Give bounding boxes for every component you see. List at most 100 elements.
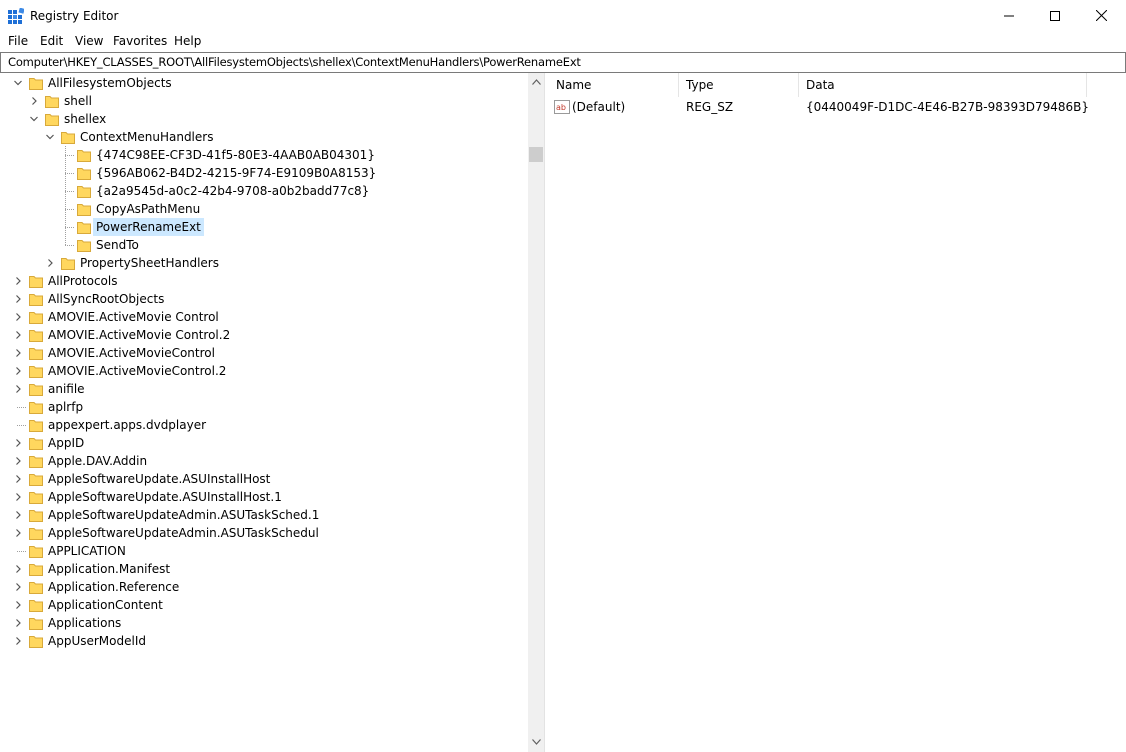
tree-item[interactable]: PowerRenameExt	[0, 218, 528, 236]
tree-item-label: aplrfp	[48, 400, 84, 414]
tree-item[interactable]: Applications	[0, 614, 528, 632]
folder-icon	[29, 474, 43, 486]
folder-icon	[29, 582, 43, 594]
string-value-icon: ab	[554, 100, 570, 114]
chevron-right-icon[interactable]	[13, 384, 23, 394]
tree-item-label: AppleSoftwareUpdate.ASUInstallHost.1	[48, 490, 282, 504]
maximize-button[interactable]	[1032, 0, 1078, 31]
tree-item-label: AllFilesystemObjects	[48, 76, 172, 90]
tree-item[interactable]: {474C98EE-CF3D-41f5-80E3-4AAB0AB04301}	[0, 146, 528, 164]
chevron-right-icon[interactable]	[13, 492, 23, 502]
tree-item[interactable]: APPLICATION	[0, 542, 528, 560]
tree-item[interactable]: Apple.DAV.Addin	[0, 452, 528, 470]
column-header-name[interactable]: Name	[549, 73, 679, 97]
chevron-right-icon[interactable]	[13, 636, 23, 646]
chevron-right-icon[interactable]	[13, 366, 23, 376]
scroll-up-button[interactable]	[528, 73, 544, 90]
chevron-down-icon	[531, 738, 541, 745]
tree-item-label: AllSyncRootObjects	[48, 292, 165, 306]
chevron-down-icon[interactable]	[13, 78, 23, 88]
close-button[interactable]	[1078, 0, 1124, 31]
chevron-right-icon[interactable]	[13, 276, 23, 286]
tree-item[interactable]: AMOVIE.ActiveMovie Control.2	[0, 326, 528, 344]
menu-view[interactable]: View	[75, 33, 103, 49]
chevron-right-icon[interactable]	[13, 618, 23, 628]
value-row[interactable]: ab (Default) REG_SZ {0440049F-D1DC-4E46-…	[549, 98, 1126, 116]
chevron-right-icon[interactable]	[29, 96, 39, 106]
folder-icon	[77, 204, 91, 216]
chevron-right-icon[interactable]	[13, 474, 23, 484]
minimize-button[interactable]	[986, 0, 1032, 31]
tree-item[interactable]: AppleSoftwareUpdate.ASUInstallHost.1	[0, 488, 528, 506]
tree-item[interactable]: AllSyncRootObjects	[0, 290, 528, 308]
chevron-right-icon[interactable]	[13, 510, 23, 520]
chevron-right-icon[interactable]	[13, 582, 23, 592]
tree-item-label: {474C98EE-CF3D-41f5-80E3-4AAB0AB04301}	[96, 148, 375, 162]
tree-item[interactable]: AMOVIE.ActiveMovieControl	[0, 344, 528, 362]
chevron-down-icon[interactable]	[29, 114, 39, 124]
tree-item-label: SendTo	[96, 238, 139, 252]
tree-item-label: {a2a9545d-a0c2-42b4-9708-a0b2badd77c8}	[96, 184, 370, 198]
tree-item[interactable]: anifile	[0, 380, 528, 398]
tree-item[interactable]: AppleSoftwareUpdateAdmin.ASUTaskSched.1	[0, 506, 528, 524]
tree-connector	[65, 191, 74, 192]
tree-item[interactable]: AppID	[0, 434, 528, 452]
folder-icon	[29, 366, 43, 378]
tree-item[interactable]: AppleSoftwareUpdate.ASUInstallHost	[0, 470, 528, 488]
folder-icon	[77, 150, 91, 162]
chevron-right-icon[interactable]	[13, 528, 23, 538]
folder-icon	[29, 276, 43, 288]
chevron-up-icon	[531, 78, 541, 85]
folder-icon	[29, 564, 43, 576]
tree-item[interactable]: ApplicationContent	[0, 596, 528, 614]
menu-help[interactable]: Help	[174, 33, 201, 49]
tree-item[interactable]: AppUserModelId	[0, 632, 528, 650]
tree-item-label: Application.Manifest	[48, 562, 171, 576]
key-tree[interactable]: AllFilesystemObjects shell shellex ContextM…	[0, 73, 528, 752]
tree-scrollbar[interactable]	[528, 73, 544, 752]
address-bar[interactable]: Computer\HKEY_CLASSES_ROOT\AllFilesystem…	[0, 52, 1126, 73]
menu-edit[interactable]: Edit	[40, 33, 63, 49]
tree-item[interactable]: Application.Reference	[0, 578, 528, 596]
chevron-right-icon[interactable]	[13, 312, 23, 322]
chevron-right-icon[interactable]	[13, 294, 23, 304]
tree-item[interactable]: appexpert.apps.dvdplayer	[0, 416, 528, 434]
tree-item[interactable]: {a2a9545d-a0c2-42b4-9708-a0b2badd77c8}	[0, 182, 528, 200]
values-list[interactable]: Name Type Data ab (Default) REG_SZ {0440…	[549, 73, 1126, 752]
scroll-thumb[interactable]	[529, 147, 543, 162]
chevron-right-icon[interactable]	[13, 348, 23, 358]
chevron-right-icon[interactable]	[13, 330, 23, 340]
chevron-right-icon[interactable]	[13, 438, 23, 448]
chevron-right-icon[interactable]	[13, 600, 23, 610]
tree-item[interactable]: CopyAsPathMenu	[0, 200, 528, 218]
scroll-down-button[interactable]	[528, 733, 544, 750]
close-icon	[1095, 10, 1107, 21]
tree-item-label: APPLICATION	[48, 544, 126, 558]
tree-item[interactable]: shell	[0, 92, 528, 110]
chevron-right-icon[interactable]	[13, 456, 23, 466]
menu-favorites[interactable]: Favorites	[113, 33, 167, 49]
chevron-right-icon[interactable]	[13, 564, 23, 574]
tree-item[interactable]: ContextMenuHandlers	[0, 128, 528, 146]
tree-item[interactable]: AppleSoftwareUpdateAdmin.ASUTaskSchedul	[0, 524, 528, 542]
tree-item[interactable]: shellex	[0, 110, 528, 128]
tree-item-label: shell	[64, 94, 92, 108]
tree-item[interactable]: {596AB062-B4D2-4215-9F74-E9109B0A8153}	[0, 164, 528, 182]
menu-file[interactable]: File	[8, 33, 28, 49]
tree-item[interactable]: PropertySheetHandlers	[0, 254, 528, 272]
tree-item[interactable]: AMOVIE.ActiveMovieControl.2	[0, 362, 528, 380]
tree-item[interactable]: AllProtocols	[0, 272, 528, 290]
column-header-type[interactable]: Type	[679, 73, 799, 97]
chevron-down-icon[interactable]	[45, 132, 55, 142]
tree-item[interactable]: aplrfp	[0, 398, 528, 416]
tree-item[interactable]: Application.Manifest	[0, 560, 528, 578]
tree-item-label: Applications	[48, 616, 122, 630]
tree-item[interactable]: AMOVIE.ActiveMovie Control	[0, 308, 528, 326]
tree-item-label: AppID	[48, 436, 85, 450]
tree-item[interactable]: AllFilesystemObjects	[0, 74, 528, 92]
folder-icon	[45, 114, 59, 126]
column-header-data[interactable]: Data	[799, 73, 1087, 97]
folder-icon	[61, 132, 75, 144]
chevron-right-icon[interactable]	[45, 258, 55, 268]
tree-item[interactable]: SendTo	[0, 236, 528, 254]
